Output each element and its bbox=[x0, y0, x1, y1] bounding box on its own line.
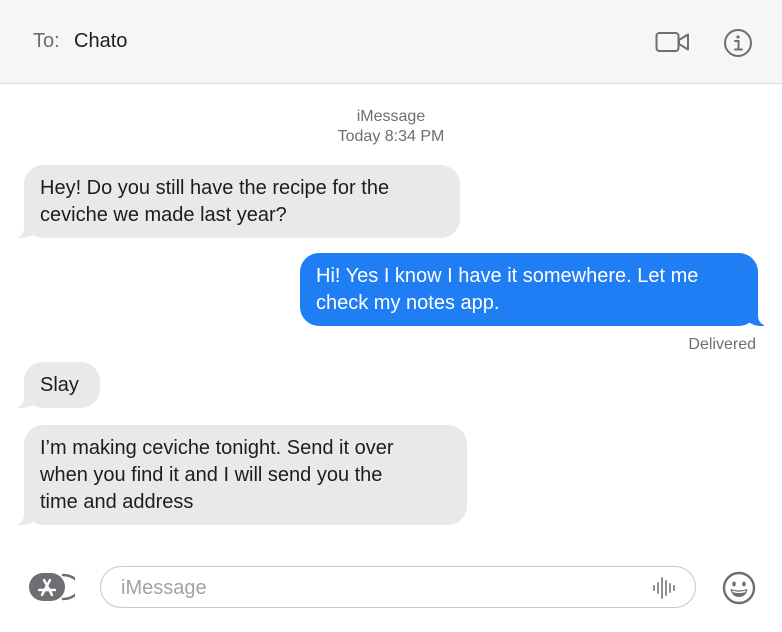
message-line: Slay bbox=[40, 374, 79, 396]
outgoing-message[interactable]: Hi! Yes I know I have it somewhere. Let … bbox=[300, 253, 770, 326]
conversation-header: To: Chato bbox=[0, 0, 782, 84]
conversation-timestamp: Today 8:34 PM bbox=[337, 128, 445, 145]
video-camera-icon[interactable] bbox=[655, 30, 691, 54]
message-line: time and address bbox=[40, 491, 194, 513]
app-store-icon[interactable] bbox=[27, 572, 81, 602]
to-label: To: bbox=[33, 30, 60, 52]
emoji-icon[interactable] bbox=[722, 571, 756, 605]
recipient-name[interactable]: Chato bbox=[74, 30, 127, 53]
message-line: Hey! Do you still have the recipe for th… bbox=[40, 177, 390, 199]
input-placeholder: iMessage bbox=[121, 577, 207, 599]
message-input[interactable]: iMessage bbox=[100, 566, 696, 608]
delivery-status: Delivered bbox=[688, 336, 756, 353]
service-label: iMessage bbox=[356, 108, 426, 125]
incoming-message[interactable]: I’m making ceviche tonight. Send it over… bbox=[12, 425, 467, 525]
incoming-message[interactable]: Slay bbox=[12, 362, 100, 408]
audio-waveform-icon[interactable] bbox=[651, 575, 677, 601]
message-line: ceviche we made last year? bbox=[40, 204, 287, 226]
message-line: check my notes app. bbox=[316, 292, 500, 314]
info-icon[interactable] bbox=[723, 28, 753, 58]
incoming-message[interactable]: Hey! Do you still have the recipe for th… bbox=[12, 165, 460, 238]
message-line: Hi! Yes I know I have it somewhere. Let … bbox=[316, 265, 699, 287]
message-line: when you find it and I will send you the bbox=[40, 464, 383, 486]
message-line: I’m making ceviche tonight. Send it over bbox=[40, 437, 394, 459]
